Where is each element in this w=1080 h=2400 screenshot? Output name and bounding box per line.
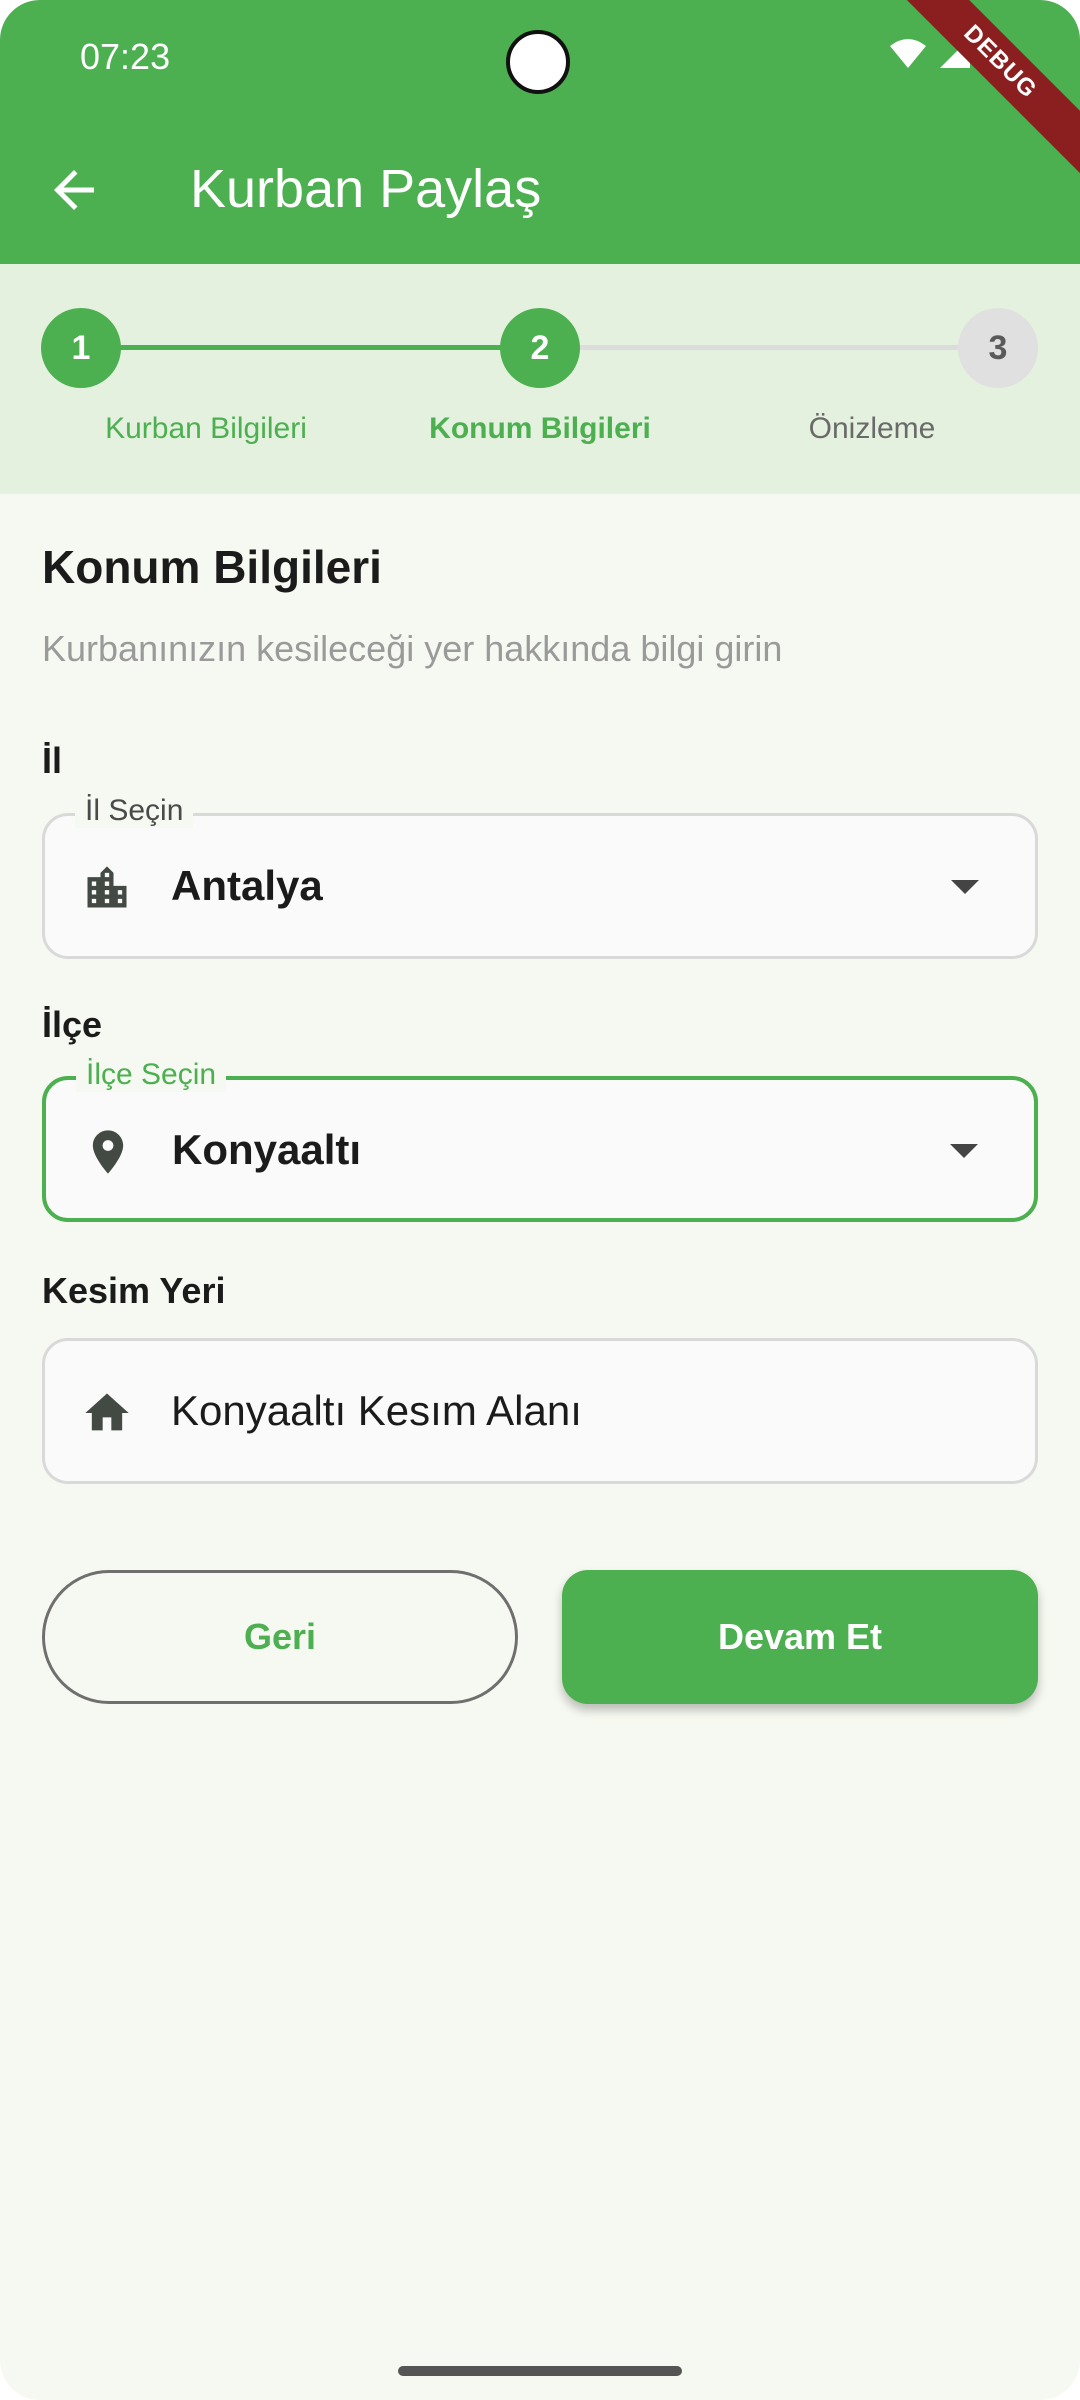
wifi-icon [890,39,926,68]
step-connector-2 [580,345,960,350]
step-1-label: Kurban Bilgileri [105,412,307,445]
place-input[interactable]: Konyaaltı Kesım Alanı [42,1338,1038,1484]
continue-button[interactable]: Devam Et [562,1570,1038,1704]
city-dropdown[interactable]: İl Seçin Antalya [42,794,1038,959]
city-value: Antalya [171,862,323,909]
back-arrow-button[interactable] [44,160,104,220]
step-2-label: Konum Bilgileri [429,412,651,445]
city-legend: İl Seçin [75,794,194,828]
status-time: 07:23 [80,36,171,77]
chevron-down-icon [950,1144,978,1158]
arrow-left-icon [54,170,94,210]
step-3-label: Önizleme [808,412,936,445]
step-connector-1 [120,345,540,350]
debug-banner: DEBUG [878,0,1080,184]
step-3-circle: 3 [958,308,1038,388]
place-value: Konyaaltı Kesım Alanı [171,1387,582,1434]
page-title: Kurban Paylaş [190,159,542,219]
place-label: Kesim Yeri [42,1270,226,1311]
screen: 07:23 DEBUG Kurban Paylaş 1 2 3 Kurban B… [0,0,1080,2400]
back-button[interactable]: Geri [42,1570,518,1704]
camera-cutout [506,30,570,94]
stepper: 1 2 3 Kurban Bilgileri Konum Bilgileri Ö… [0,264,1080,494]
district-value: Konyaaltı [172,1126,362,1173]
section-title: Konum Bilgileri [42,541,382,593]
location-pin-icon [92,1130,124,1174]
step-1-circle: 1 [41,308,121,388]
district-label: İlçe [42,1004,103,1045]
step-2-circle: 2 [500,308,580,388]
district-dropdown[interactable]: İlçe Seçin Konyaaltı [42,1058,1038,1222]
home-indicator[interactable] [398,2366,682,2376]
city-label: İl [42,740,63,781]
district-legend: İlçe Seçin [76,1058,227,1092]
home-icon [85,1393,129,1431]
chevron-down-icon [951,880,979,894]
app-bar: 07:23 DEBUG Kurban Paylaş [0,0,1080,264]
section-subtitle: Kurbanınızın kesileceği yer hakkında bil… [42,628,783,669]
city-icon [87,866,127,908]
